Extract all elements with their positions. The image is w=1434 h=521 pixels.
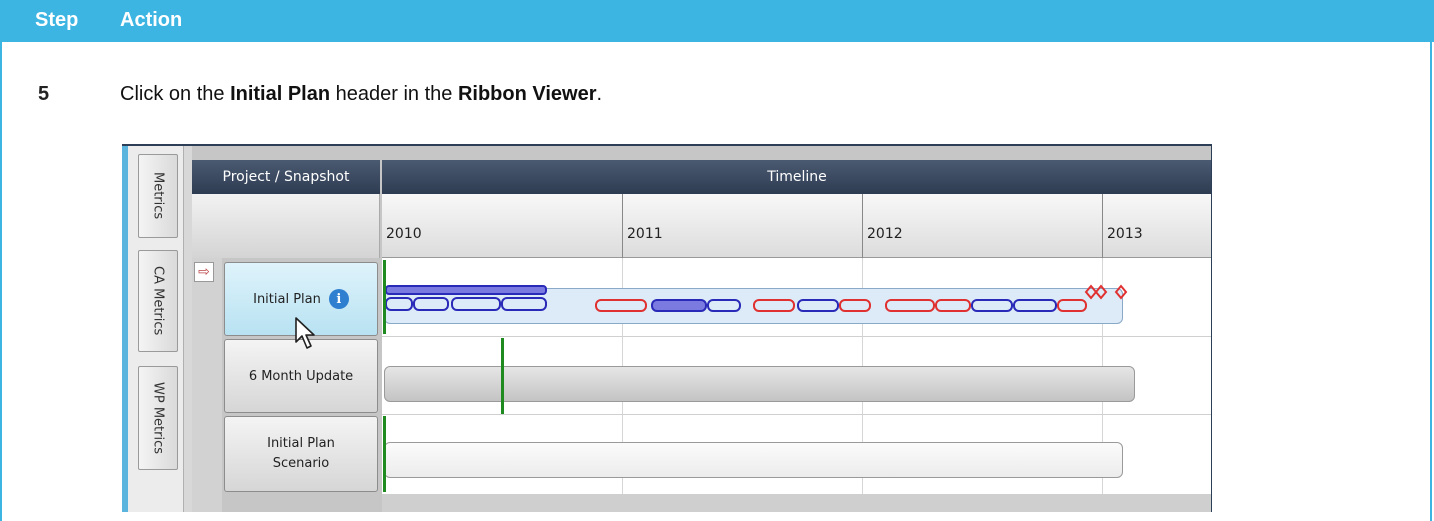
initial-plan-activity-bars bbox=[385, 284, 1128, 312]
timeline-year-row: 2010 2011 2012 2013 bbox=[382, 194, 1211, 258]
mouse-cursor-icon bbox=[295, 317, 315, 349]
tab-ca-metrics-label: CA Metrics bbox=[150, 266, 166, 336]
row-label-line2: Scenario bbox=[272, 456, 330, 471]
year-2011: 2011 bbox=[622, 194, 862, 258]
instruction-text: . bbox=[596, 83, 603, 105]
horizontal-scrollbar[interactable] bbox=[382, 494, 1211, 512]
step-action-header: Step Action bbox=[0, 0, 1434, 42]
milestone-diamond bbox=[1084, 284, 1098, 300]
activity-bar bbox=[595, 299, 647, 312]
year-2013: 2013 bbox=[1102, 194, 1211, 258]
activity-bar bbox=[413, 297, 449, 311]
tab-metrics-label: Metrics bbox=[150, 172, 166, 220]
tab-wp-metrics[interactable]: WP Metrics bbox=[138, 366, 178, 470]
instruction-text: Click on the bbox=[120, 83, 231, 105]
table-border-right bbox=[1430, 42, 1432, 521]
row-header-initial-plan-scenario[interactable]: Initial Plan Scenario bbox=[224, 416, 378, 492]
instruction-target-initial-plan: Initial Plan bbox=[230, 83, 331, 105]
project-snapshot-column-header[interactable]: Project / Snapshot bbox=[192, 160, 380, 194]
ribbon-viewer-screenshot: Metrics CA Metrics WP Metrics Project / … bbox=[122, 144, 1212, 512]
row-label: Initial Plan Scenario bbox=[267, 434, 335, 474]
tab-metrics[interactable]: Metrics bbox=[138, 154, 178, 238]
activity-bar bbox=[451, 297, 501, 311]
activity-bar bbox=[753, 299, 795, 312]
step-column-header: Step bbox=[35, 9, 79, 31]
grid-hline bbox=[382, 414, 1211, 415]
year-2010: 2010 bbox=[386, 226, 422, 242]
instruction-target-ribbon-viewer: Ribbon Viewer bbox=[457, 83, 597, 105]
step-instruction: Click on the Initial Plan header in the … bbox=[120, 83, 602, 106]
activity-bar bbox=[1013, 299, 1057, 312]
status-date-line bbox=[501, 338, 504, 414]
project-subheader bbox=[192, 194, 380, 258]
activity-bar bbox=[885, 299, 935, 312]
step-number: 5 bbox=[38, 83, 50, 105]
activity-bar bbox=[707, 299, 741, 312]
status-date-line bbox=[383, 416, 386, 492]
tab-ca-metrics[interactable]: CA Metrics bbox=[138, 250, 178, 352]
info-icon[interactable]: i bbox=[328, 289, 349, 309]
row-label-line1: Initial Plan bbox=[267, 436, 335, 451]
panel-divider bbox=[184, 146, 192, 512]
activity-bar bbox=[839, 299, 871, 312]
row-header-gutter bbox=[192, 258, 222, 512]
instruction-text: header in the bbox=[330, 83, 458, 105]
timeline-column-header[interactable]: Timeline bbox=[382, 160, 1211, 194]
milestone-diamond bbox=[1094, 284, 1108, 300]
action-column-header: Action bbox=[120, 9, 183, 31]
activity-bar bbox=[385, 297, 413, 311]
ribbon-6-month-update[interactable] bbox=[384, 366, 1135, 402]
row-label: Initial Plan bbox=[253, 291, 321, 307]
status-date-line bbox=[383, 260, 386, 334]
row-label: 6 Month Update bbox=[248, 368, 354, 384]
expand-arrow-icon[interactable]: ⇨ bbox=[194, 262, 214, 282]
year-2012: 2012 bbox=[862, 194, 1102, 258]
activity-bar bbox=[971, 299, 1013, 312]
ribbon-initial-plan-scenario[interactable] bbox=[384, 442, 1123, 478]
table-border-left bbox=[0, 42, 2, 521]
activity-bar bbox=[385, 285, 547, 295]
activity-bar bbox=[501, 297, 547, 311]
activity-bar bbox=[1057, 299, 1087, 312]
tab-wp-metrics-label: WP Metrics bbox=[150, 381, 166, 454]
milestone-diamond bbox=[1114, 284, 1128, 300]
activity-bar bbox=[935, 299, 971, 312]
activity-bar bbox=[651, 299, 707, 312]
activity-bar bbox=[797, 299, 839, 312]
